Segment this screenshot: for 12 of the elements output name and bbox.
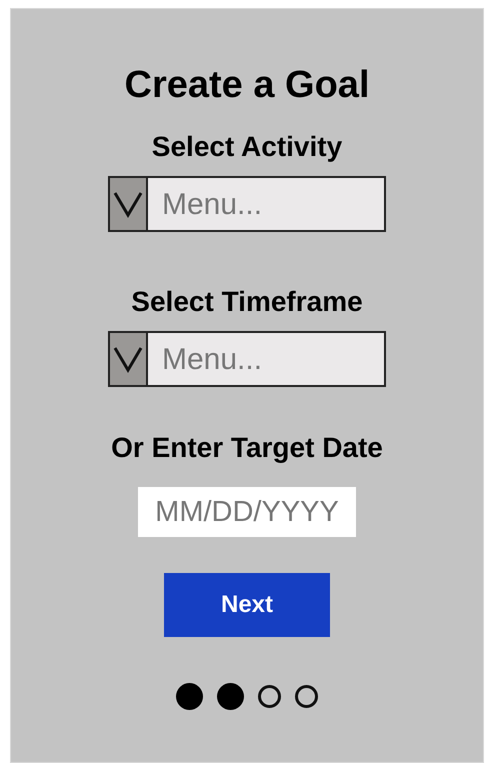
dropdown-placeholder: Menu...	[162, 186, 262, 222]
field-label: Or Enter Target Date	[111, 431, 383, 465]
field-label: Select Timeframe	[131, 285, 363, 319]
dropdown[interactable]: Menu...	[108, 331, 386, 387]
next-button[interactable]: Next	[164, 573, 330, 637]
page-title: Create a Goal	[124, 63, 370, 108]
dropdown-placeholder: Menu...	[162, 342, 262, 378]
field-label: Select Activity	[152, 130, 342, 164]
date-input[interactable]: MM/DD/YYYY	[138, 487, 356, 537]
chevron-down-icon	[110, 333, 148, 385]
chevron-down-icon	[110, 178, 148, 230]
dropdown[interactable]: Menu...	[108, 176, 386, 232]
